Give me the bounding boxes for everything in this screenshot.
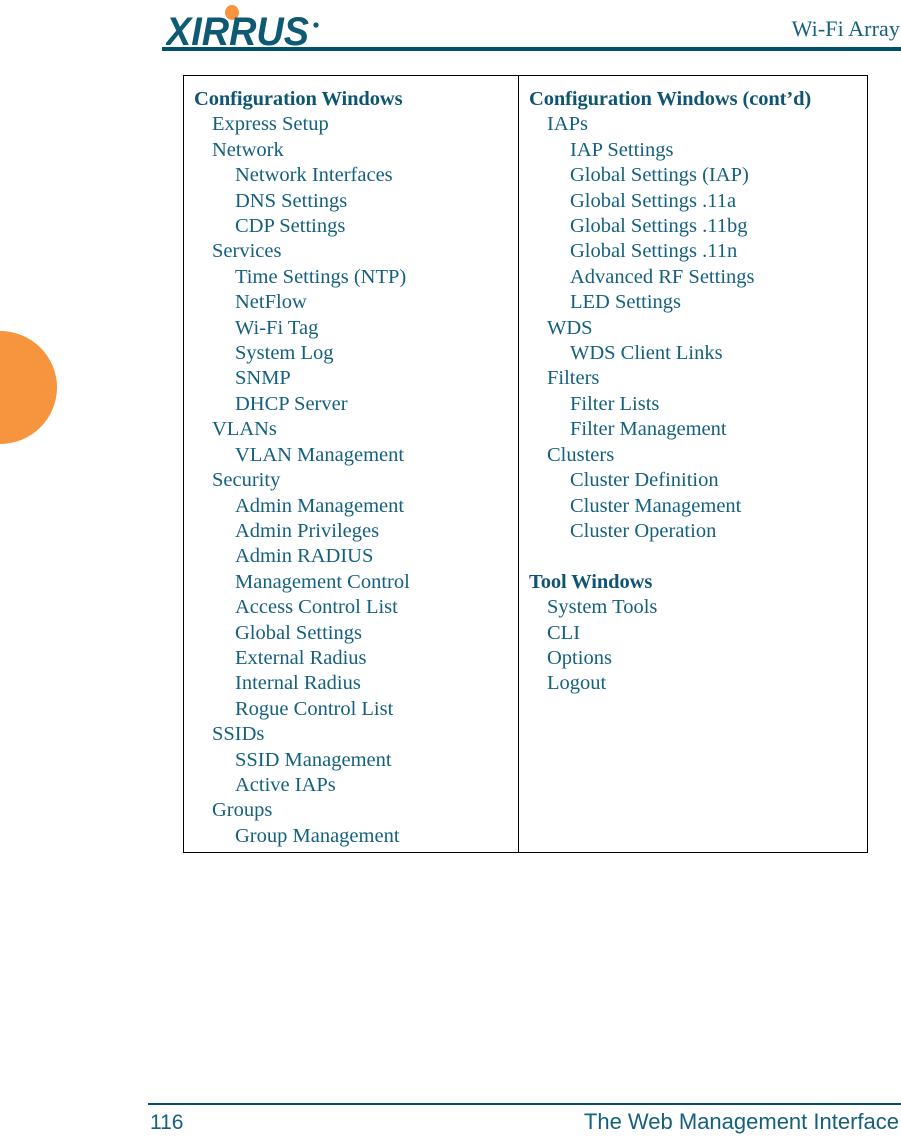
toc-entry[interactable]: LED Settings bbox=[519, 290, 867, 315]
toc-entry[interactable]: VLANs bbox=[184, 417, 518, 442]
toc-entry[interactable]: SNMP bbox=[184, 366, 518, 391]
toc-entry[interactable]: Management Control bbox=[184, 570, 518, 595]
header-rule bbox=[162, 47, 901, 51]
toc-entry[interactable]: Network Interfaces bbox=[184, 163, 518, 188]
toc-entry[interactable]: Access Control List bbox=[184, 595, 518, 620]
toc-entry[interactable]: Express Setup bbox=[184, 112, 518, 137]
toc-entry[interactable]: SSIDs bbox=[184, 722, 518, 747]
toc-entry[interactable]: Wi-Fi Tag bbox=[184, 316, 518, 341]
toc-entry[interactable]: Admin Privileges bbox=[184, 519, 518, 544]
toc-entry[interactable]: System Tools bbox=[519, 595, 867, 620]
toc-box: Configuration Windows Express Setup Networ… bbox=[183, 75, 868, 853]
toc-entry[interactable]: Admin Management bbox=[184, 494, 518, 519]
toc-entry[interactable]: Cluster Definition bbox=[519, 468, 867, 493]
toc-entry[interactable]: NetFlow bbox=[184, 290, 518, 315]
toc-entry[interactable]: Filter Lists bbox=[519, 392, 867, 417]
toc-entry[interactable]: Clusters bbox=[519, 443, 867, 468]
toc-entry[interactable]: Cluster Operation bbox=[519, 519, 867, 544]
toc-entry[interactable]: Services bbox=[184, 239, 518, 264]
footer-page-number: 116 bbox=[150, 1111, 184, 1134]
toc-entry[interactable]: WDS Client Links bbox=[519, 341, 867, 366]
toc-column-left: Configuration Windows Express Setup Networ… bbox=[184, 76, 519, 852]
xirrus-logo-icon: XIRRUS bbox=[166, 5, 319, 49]
toc-entry[interactable]: Global Settings .11bg bbox=[519, 214, 867, 239]
toc-entry[interactable]: SSID Management bbox=[184, 748, 518, 773]
footer-rule bbox=[148, 1103, 901, 1105]
toc-entry[interactable]: IAPs bbox=[519, 112, 867, 137]
toc-entry[interactable]: DNS Settings bbox=[184, 189, 518, 214]
toc-column-right: Configuration Windows (cont’d) IAPs IAP Se… bbox=[519, 76, 867, 852]
toc-entry[interactable]: External Radius bbox=[184, 646, 518, 671]
toc-entry[interactable]: VLAN Management bbox=[184, 443, 518, 468]
toc-entry[interactable]: DHCP Server bbox=[184, 392, 518, 417]
footer-section-title: The Web Management Interface bbox=[583, 1109, 899, 1134]
header-product-title: Wi-Fi Array bbox=[791, 16, 900, 41]
toc-entry[interactable]: Network bbox=[184, 138, 518, 163]
toc-entry[interactable]: Cluster Management bbox=[519, 494, 867, 519]
toc-heading[interactable]: Configuration Windows bbox=[184, 87, 518, 112]
toc-entry[interactable]: Global Settings .11n bbox=[519, 239, 867, 264]
toc-entry[interactable]: Internal Radius bbox=[184, 671, 518, 696]
toc-heading[interactable]: Configuration Windows (cont’d) bbox=[519, 87, 867, 112]
toc-entry[interactable]: Filter Management bbox=[519, 417, 867, 442]
toc-entry[interactable]: Filters bbox=[519, 366, 867, 391]
toc-entry[interactable]: Admin RADIUS bbox=[184, 544, 518, 569]
toc-entry[interactable]: Logout bbox=[519, 671, 867, 696]
xirrus-logo: XIRRUS bbox=[166, 5, 366, 49]
toc-entry[interactable]: Global Settings bbox=[184, 621, 518, 646]
toc-spacer bbox=[519, 544, 867, 569]
toc-entry[interactable]: Time Settings (NTP) bbox=[184, 265, 518, 290]
toc-entry[interactable]: Global Settings (IAP) bbox=[519, 163, 867, 188]
toc-entry[interactable]: CDP Settings bbox=[184, 214, 518, 239]
toc-entry[interactable]: Options bbox=[519, 646, 867, 671]
toc-entry[interactable]: Global Settings .11a bbox=[519, 189, 867, 214]
toc-entry[interactable]: Rogue Control List bbox=[184, 697, 518, 722]
toc-entry[interactable]: System Log bbox=[184, 341, 518, 366]
toc-entry[interactable]: Advanced RF Settings bbox=[519, 265, 867, 290]
chapter-thumb-tab bbox=[0, 331, 57, 444]
toc-entry[interactable]: IAP Settings bbox=[519, 138, 867, 163]
toc-entry[interactable]: CLI bbox=[519, 621, 867, 646]
toc-entry[interactable]: Group Management bbox=[184, 824, 518, 849]
toc-heading[interactable]: Tool Windows bbox=[519, 570, 867, 595]
svg-text:XIRRUS: XIRRUS bbox=[166, 10, 309, 49]
toc-entry[interactable]: Active IAPs bbox=[184, 773, 518, 798]
page-header: XIRRUS Wi-Fi Array bbox=[0, 0, 901, 52]
toc-entry[interactable]: Security bbox=[184, 468, 518, 493]
toc-entry[interactable]: WDS bbox=[519, 316, 867, 341]
toc-entry[interactable]: Groups bbox=[184, 798, 518, 823]
